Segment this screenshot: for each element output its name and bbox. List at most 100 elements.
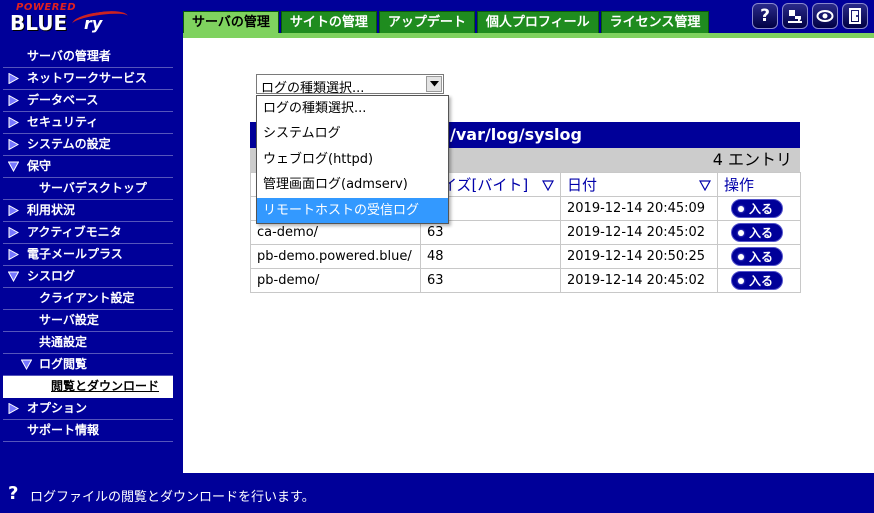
tab-site-management[interactable]: サイトの管理 <box>280 11 377 33</box>
radio-dot-icon <box>738 205 744 212</box>
sidebar-item-label: ログ閲覧 <box>39 357 88 371</box>
triangle-right-icon <box>8 95 19 106</box>
cell-name: pb-demo/ <box>250 268 421 293</box>
triangle-right-icon <box>8 117 19 128</box>
sidebar-item-label: データベース <box>27 93 99 107</box>
sidebar-item-label: システムの設定 <box>27 137 111 151</box>
download-icon[interactable] <box>782 3 808 29</box>
sidebar-item-server-admin[interactable]: サーバの管理者 <box>3 46 173 68</box>
cell-size: 63 <box>420 268 561 293</box>
enter-button[interactable]: 入る <box>731 247 784 266</box>
sidebar-item-view-download[interactable]: 閲覧とダウンロード <box>3 376 173 398</box>
sidebar-item-options[interactable]: オプション <box>3 398 173 420</box>
radio-dot-icon <box>738 253 744 260</box>
sidebar-item-active-monitor[interactable]: アクティブモニタ <box>3 222 173 244</box>
sidebar-item-security[interactable]: セキュリティ <box>3 112 173 134</box>
enter-button[interactable]: 入る <box>731 271 784 290</box>
log-type-select-value: ログの種類選択... <box>261 81 365 96</box>
cell-size: 63 <box>420 220 561 245</box>
logo-blue-text: BLUE <box>10 11 68 35</box>
tab-personal-profile[interactable]: 個人プロフィール <box>476 11 599 33</box>
dropdown-option[interactable]: システムログ <box>257 121 448 146</box>
sidebar-item-label: サーバの管理者 <box>27 49 111 63</box>
cell-date: 2019-12-14 20:45:09 <box>560 196 718 221</box>
sidebar-item-label: アクティブモニタ <box>27 225 122 239</box>
sidebar-item-label: オプション <box>27 401 88 415</box>
table-row: ca-demo/ 63 2019-12-14 20:45:02 入る <box>250 220 801 245</box>
sidebar-item-server-desktop[interactable]: サーバデスクトップ <box>3 178 173 200</box>
sidebar-item-syslog[interactable]: シスログ <box>3 266 173 288</box>
column-header-date[interactable]: 日付 <box>560 172 718 197</box>
sidebar-item-label: サーバデスクトップ <box>39 181 147 195</box>
cell-action: 入る <box>717 268 801 293</box>
sidebar-item-client-settings[interactable]: クライアント設定 <box>3 288 173 310</box>
triangle-right-icon <box>8 139 19 150</box>
cell-size: 48 <box>420 244 561 269</box>
sort-triangle-icon[interactable] <box>542 179 554 191</box>
chevron-down-icon <box>430 81 439 87</box>
sidebar-item-network-services[interactable]: ネットワークサービス <box>3 68 173 90</box>
triangle-down-icon <box>8 271 19 282</box>
enter-button[interactable]: 入る <box>731 199 784 218</box>
sidebar-item-label: シスログ <box>27 269 76 283</box>
tab-license-management[interactable]: ライセンス管理 <box>600 11 710 33</box>
sidebar-item-label: サポート情報 <box>27 423 100 437</box>
radio-dot-icon <box>738 229 744 236</box>
triangle-right-icon <box>8 403 19 414</box>
sidebar-item-log-view[interactable]: ログ閲覧 <box>3 354 173 376</box>
sidebar-item-label: クライアント設定 <box>39 291 135 305</box>
question-mark-icon: ? <box>8 483 19 504</box>
table-row: pb-demo/ 63 2019-12-14 20:45:02 入る <box>250 268 801 293</box>
sidebar-item-database[interactable]: データベース <box>3 90 173 112</box>
help-icon[interactable]: ? <box>752 3 778 29</box>
radio-dot-icon <box>738 277 744 284</box>
cell-date: 2019-12-14 20:45:02 <box>560 220 718 245</box>
sort-triangle-icon[interactable] <box>699 179 711 191</box>
cell-action: 入る <box>717 220 801 245</box>
sidebar-item-label: 閲覧とダウンロード <box>51 379 160 393</box>
sidebar-item-label: サーバ設定 <box>39 313 99 327</box>
header-icons: ? <box>752 3 868 29</box>
sidebar-item-system-settings[interactable]: システムの設定 <box>3 134 173 156</box>
sidebar-item-maintenance[interactable]: 保守 <box>3 156 173 178</box>
sidebar-item-label: 共通設定 <box>39 335 88 349</box>
sidebar-item-label: セキュリティ <box>27 115 99 129</box>
main-tabs: サーバの管理 サイトの管理 アップデート 個人プロフィール ライセンス管理 <box>183 11 710 33</box>
sidebar-item-server-settings[interactable]: サーバ設定 <box>3 310 173 332</box>
triangle-right-icon <box>8 249 19 260</box>
logo-suffix-text: ry <box>84 14 103 33</box>
sidebar-item-label: 電子メールプラス <box>27 247 123 261</box>
sidebar-item-label: 保守 <box>27 159 52 173</box>
triangle-right-icon <box>8 227 19 238</box>
status-message: ログファイルの閲覧とダウンロードを行います。 <box>30 490 315 505</box>
triangle-right-icon <box>8 73 19 84</box>
sidebar-item-support-info[interactable]: サポート情報 <box>3 420 173 442</box>
dropdown-option[interactable]: ウェブログ(httpd) <box>257 147 448 172</box>
table-row: pb-demo.powered.blue/ 48 2019-12-14 20:5… <box>250 244 801 269</box>
sidebar-item-common-settings[interactable]: 共通設定 <box>3 332 173 354</box>
sidebar-item-usage[interactable]: 利用状況 <box>3 200 173 222</box>
cell-name: pb-demo.powered.blue/ <box>250 244 421 269</box>
cell-date: 2019-12-14 20:45:02 <box>560 268 718 293</box>
logo: POWERED BLUE ry <box>6 2 136 35</box>
sidebar-item-label: 利用状況 <box>27 203 76 217</box>
cell-action: 入る <box>717 244 801 269</box>
triangle-down-icon <box>21 359 32 370</box>
log-type-dropdown-list: ログの種類選択... システムログ ウェブログ(httpd) 管理画面ログ(ad… <box>256 95 449 224</box>
triangle-down-icon <box>8 161 19 172</box>
tab-server-management[interactable]: サーバの管理 <box>183 11 279 33</box>
triangle-right-icon <box>8 205 19 216</box>
log-type-select[interactable]: ログの種類選択... <box>256 74 444 96</box>
tab-update[interactable]: アップデート <box>378 11 475 33</box>
logout-door-icon[interactable] <box>842 3 868 29</box>
dropdown-option[interactable]: 管理画面ログ(admserv) <box>257 172 448 197</box>
eye-icon[interactable] <box>812 3 838 29</box>
sidebar-item-email-plus[interactable]: 電子メールプラス <box>3 244 173 266</box>
dropdown-option-highlighted[interactable]: リモートホストの受信ログ <box>257 197 448 223</box>
sidebar-menu: サーバの管理者 ネットワークサービス データベース セキュリティ システムの設定… <box>3 46 173 442</box>
dropdown-arrow-button[interactable] <box>426 76 442 92</box>
cell-action: 入る <box>717 196 801 221</box>
enter-button[interactable]: 入る <box>731 223 784 242</box>
dropdown-option[interactable]: ログの種類選択... <box>257 96 448 121</box>
column-header-action: 操作 <box>717 172 801 197</box>
